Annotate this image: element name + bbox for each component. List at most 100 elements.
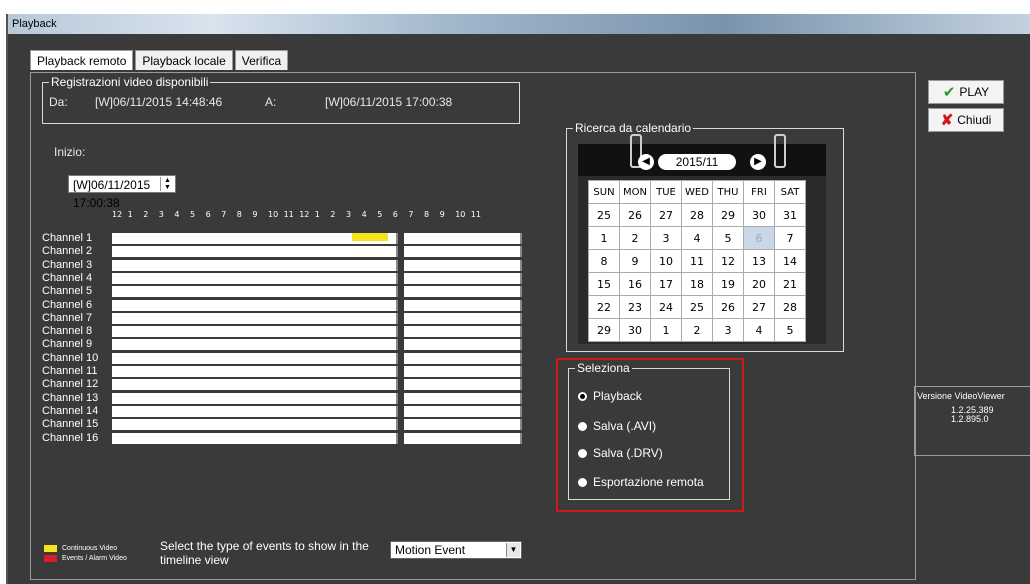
calendar-day[interactable]: 2 [619, 226, 651, 250]
channel-timeline-bar[interactable] [112, 272, 398, 284]
calendar-day[interactable]: 9 [619, 249, 651, 273]
playback-window: Playback Playback remoto Playback locale… [6, 14, 1030, 584]
channel-timeline-bar[interactable] [404, 392, 522, 404]
calendar-day[interactable]: 7 [774, 226, 806, 250]
calendar-day[interactable]: 19 [712, 272, 744, 296]
calendar-day[interactable]: 5 [712, 226, 744, 250]
channel-timeline-bar[interactable] [112, 259, 398, 271]
channel-timeline-bar[interactable] [404, 352, 522, 364]
calendar-day[interactable]: 25 [681, 295, 713, 319]
channel-timeline-bar[interactable] [112, 432, 398, 444]
channel-timeline-bar[interactable] [404, 379, 522, 391]
channel-timeline-bar[interactable] [112, 419, 398, 431]
channel-timeline-bar[interactable] [404, 246, 522, 258]
chevron-down-icon[interactable]: ▼ [506, 543, 520, 557]
channel-timeline-bar[interactable] [112, 352, 398, 364]
channel-timeline-bar[interactable] [112, 286, 398, 298]
calendar-day[interactable]: 29 [588, 318, 620, 342]
tab-verifica[interactable]: Verifica [234, 50, 289, 70]
version-line-2: 1.2.895.0 [951, 414, 989, 424]
calendar-day[interactable]: 12 [712, 249, 744, 273]
radio-unchecked-icon [578, 477, 587, 487]
radio-playback[interactable]: Playback [578, 389, 642, 403]
hour-tick-label: 3 [158, 210, 164, 219]
calendar-day[interactable]: 4 [681, 226, 713, 250]
calendar-day[interactable]: 27 [743, 295, 775, 319]
channel-timeline-bar[interactable] [112, 326, 398, 338]
calendar-day[interactable]: 8 [588, 249, 620, 273]
calendar-day[interactable]: 21 [774, 272, 806, 296]
calendar-day[interactable]: 28 [774, 295, 806, 319]
channel-timeline-bar[interactable] [112, 379, 398, 391]
calendar-day[interactable]: 15 [588, 272, 620, 296]
channel-timeline-bar[interactable] [404, 286, 522, 298]
radio-salva-drv[interactable]: Salva (.DRV) [578, 446, 663, 460]
calendar-day[interactable]: 14 [774, 249, 806, 273]
calendar-day[interactable]: 30 [619, 318, 651, 342]
continuous-video-segment [352, 233, 388, 241]
channel-label: Channel 9 [42, 338, 93, 351]
channel-timeline-bar[interactable] [112, 312, 398, 324]
events-legend-swatch [44, 555, 57, 562]
channel-timeline-bar[interactable] [404, 233, 522, 244]
tab-playback-remoto[interactable]: Playback remoto [30, 50, 134, 70]
tab-playback-locale[interactable]: Playback locale [135, 50, 233, 70]
calendar-day[interactable]: 17 [650, 272, 682, 296]
event-type-select[interactable]: Motion Event ▼ [390, 541, 522, 559]
calendar-day[interactable]: 13 [743, 249, 775, 273]
calendar-day[interactable]: 22 [588, 295, 620, 319]
channel-timeline-bar[interactable] [112, 339, 398, 351]
calendar-day[interactable]: 24 [650, 295, 682, 319]
channel-timeline-bar[interactable] [112, 246, 398, 258]
calendar-day[interactable]: 31 [774, 203, 806, 227]
channel-timeline-bar[interactable] [404, 299, 522, 311]
channel-timeline-bar[interactable] [404, 312, 522, 324]
calendar-day[interactable]: 27 [650, 203, 682, 227]
calendar-day[interactable]: 6 [743, 226, 775, 250]
calendar-day[interactable]: 3 [712, 318, 744, 342]
calendar-day[interactable]: 25 [588, 203, 620, 227]
channel-row: Channel 7 [42, 312, 522, 324]
calendar-day[interactable]: 23 [619, 295, 651, 319]
start-datetime-input[interactable]: [W]06/11/2015 17:00:38 ▲ ▼ [68, 175, 176, 210]
next-month-button[interactable]: ▶ [750, 154, 766, 170]
calendar-day[interactable]: 1 [650, 318, 682, 342]
calendar-day[interactable]: 5 [774, 318, 806, 342]
channel-timeline-bar[interactable] [112, 366, 398, 377]
channel-label: Channel 15 [42, 418, 99, 431]
channel-timeline-bar[interactable] [112, 392, 398, 404]
close-button[interactable]: ✘ Chiudi [928, 108, 1004, 132]
calendar-day[interactable]: 18 [681, 272, 713, 296]
radio-salva-avi[interactable]: Salva (.AVI) [578, 419, 656, 433]
channel-timeline-bar[interactable] [404, 272, 522, 284]
channel-timeline-bar[interactable] [112, 405, 398, 417]
prev-month-button[interactable]: ◀ [638, 154, 654, 170]
calendar-day[interactable]: 4 [743, 318, 775, 342]
checkmark-icon: ✔ [942, 84, 956, 101]
calendar-day[interactable]: 26 [712, 295, 744, 319]
calendar-day[interactable]: 29 [712, 203, 744, 227]
channel-timeline-bar[interactable] [404, 326, 522, 338]
calendar-day[interactable]: 28 [681, 203, 713, 227]
calendar-day[interactable]: 10 [650, 249, 682, 273]
calendar-day[interactable]: 16 [619, 272, 651, 296]
calendar-day[interactable]: 3 [650, 226, 682, 250]
calendar-day[interactable]: 30 [743, 203, 775, 227]
channel-timeline-bar[interactable] [404, 432, 522, 444]
channel-timeline-bar[interactable] [404, 419, 522, 431]
datetime-spinner[interactable]: ▲ ▼ [160, 177, 174, 191]
channel-timeline-bar[interactable] [404, 366, 522, 377]
channel-timeline-bar[interactable] [404, 339, 522, 351]
from-label: Da: [49, 95, 68, 109]
play-button[interactable]: ✔ PLAY [928, 80, 1004, 104]
radio-esportazione-remota[interactable]: Esportazione remota [578, 475, 704, 489]
channel-timeline-bar[interactable] [112, 299, 398, 311]
calendar-day[interactable]: 26 [619, 203, 651, 227]
channel-timeline-bar[interactable] [404, 405, 522, 417]
calendar-day[interactable]: 20 [743, 272, 775, 296]
calendar-day[interactable]: 1 [588, 226, 620, 250]
channel-timeline-bar[interactable] [404, 259, 522, 271]
channel-timeline-bar[interactable] [112, 233, 398, 244]
calendar-day[interactable]: 11 [681, 249, 713, 273]
calendar-day[interactable]: 2 [681, 318, 713, 342]
